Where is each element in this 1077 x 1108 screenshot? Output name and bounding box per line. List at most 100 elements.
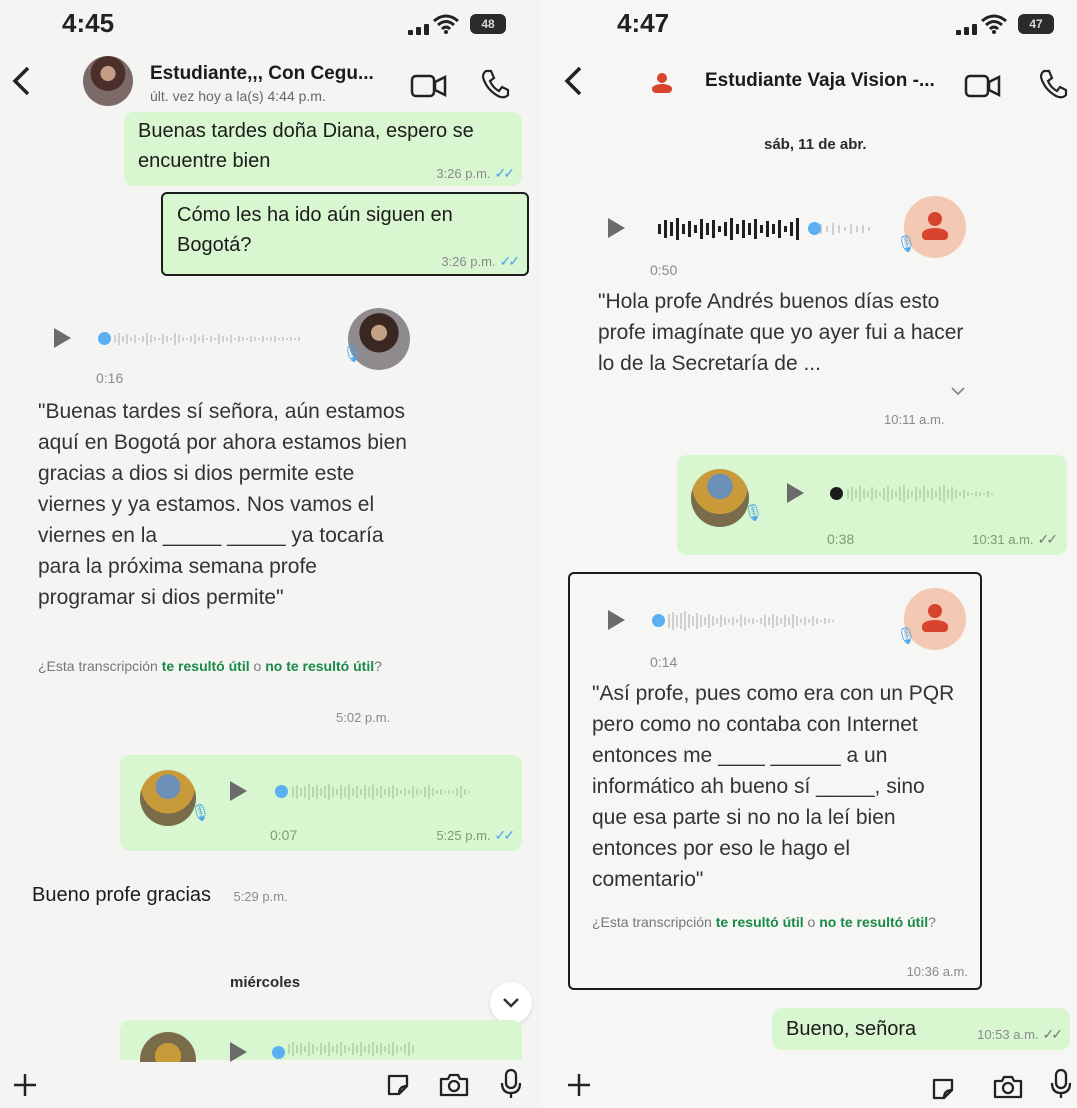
- delivered-ticks-icon: ✓✓: [1037, 531, 1059, 547]
- transcript-feedback: ¿Esta transcripción te resultó útil o no…: [38, 658, 382, 674]
- expand-transcript-chevron-icon[interactable]: [950, 386, 966, 396]
- sticker-button[interactable]: [930, 1076, 956, 1102]
- contact-avatar-placeholder-icon[interactable]: [644, 70, 680, 106]
- compose-bar: [540, 1062, 1077, 1108]
- play-button[interactable]: [608, 218, 625, 238]
- waveform[interactable]: [666, 606, 886, 636]
- day-separator: miércoles: [230, 974, 301, 991]
- chevron-down-icon: [503, 998, 519, 1008]
- voice-transcript: "Buenas tardes sí señora, aún estamos aq…: [38, 400, 407, 609]
- delivered-ticks-icon: ✓✓: [1042, 1026, 1064, 1042]
- voice-message-outgoing[interactable]: 🎙 0:07 5:25 p.m. ✓✓: [120, 755, 522, 851]
- status-time: 4:45: [62, 8, 115, 38]
- microphone-icon: 🎙: [743, 505, 764, 522]
- playback-scrubber[interactable]: [808, 222, 821, 235]
- voice-call-button[interactable]: [1038, 68, 1068, 100]
- chat-screen-right: 4:47 47 Estudiante Vaja Vision -... sáb,…: [540, 0, 1077, 1108]
- contact-name[interactable]: Estudiante,,, Con Cegu...: [150, 63, 374, 85]
- voice-message-incoming: 🎙 0:50 "Hola profe Andrés buenos días es…: [590, 190, 990, 440]
- compose-bar: [0, 1062, 540, 1108]
- microphone-icon: 🎙: [190, 805, 211, 822]
- read-ticks-icon: ✓✓: [494, 165, 516, 181]
- feedback-useful-link[interactable]: te resultó útil: [716, 914, 804, 930]
- back-button[interactable]: [10, 64, 32, 104]
- message-text: Bueno, señora: [786, 1018, 917, 1040]
- message-time: 3:26 p.m. ✓✓: [436, 165, 516, 181]
- message-time: 5:29 p.m.: [233, 889, 288, 904]
- contact-avatar[interactable]: [83, 56, 133, 106]
- play-button[interactable]: [608, 610, 625, 630]
- signal-icon: [408, 24, 429, 35]
- battery-icon: 47: [1018, 14, 1054, 34]
- voice-duration: 0:07: [270, 827, 298, 843]
- contact-name[interactable]: Estudiante Vaja Vision -...: [705, 70, 935, 92]
- microphone-button[interactable]: [500, 1068, 522, 1100]
- message-time: 10:36 a.m.: [906, 964, 968, 979]
- sender-avatar: [140, 770, 196, 826]
- back-button[interactable]: [562, 64, 584, 104]
- playback-scrubber[interactable]: [652, 614, 665, 627]
- message-time: 5:25 p.m. ✓✓: [436, 827, 516, 843]
- message-outgoing-highlighted[interactable]: Cómo les ha ido aún siguen en Bogotá? 3:…: [161, 192, 529, 276]
- play-button[interactable]: [230, 1042, 247, 1062]
- wifi-icon: [981, 14, 1007, 34]
- feedback-not-useful-link[interactable]: no te resultó útil: [265, 658, 374, 674]
- status-time: 4:47: [617, 8, 670, 38]
- sticker-button[interactable]: [385, 1072, 411, 1098]
- voice-message-outgoing-partial[interactable]: [120, 1020, 522, 1072]
- waveform[interactable]: [845, 479, 1055, 509]
- feedback-useful-link[interactable]: te resultó útil: [162, 658, 250, 674]
- camera-button[interactable]: [438, 1072, 470, 1098]
- last-seen: últ. vez hoy a la(s) 4:44 p.m.: [150, 88, 326, 104]
- playback-scrubber[interactable]: [98, 332, 111, 345]
- read-ticks-icon: ✓✓: [499, 253, 521, 269]
- voice-message-incoming: 🎙 0:16 "Buenas tardes sí señora, aún est…: [30, 300, 440, 740]
- sender-avatar: [691, 469, 749, 527]
- message-text: Bueno profe gracias: [32, 884, 212, 906]
- message-time: 3:26 p.m. ✓✓: [441, 253, 521, 269]
- feedback-not-useful-link[interactable]: no te resultó útil: [819, 914, 928, 930]
- voice-duration: 0:50: [650, 262, 678, 278]
- message-incoming[interactable]: Bueno profe gracias 5:29 p.m.: [32, 880, 362, 920]
- playback-scrubber[interactable]: [830, 487, 843, 500]
- screenshot-collage: 4:45 48 Estudiante,,, Con Cegu... últ. v…: [0, 0, 1077, 1108]
- plus-button[interactable]: [12, 1072, 38, 1098]
- play-button[interactable]: [54, 328, 71, 348]
- waveform[interactable]: [290, 777, 500, 807]
- microphone-icon: 🎙: [342, 346, 363, 363]
- play-button[interactable]: [787, 483, 804, 503]
- playback-scrubber[interactable]: [272, 1046, 285, 1059]
- voice-transcript-collapsed: "Hola profe Andrés buenos días esto prof…: [598, 290, 964, 375]
- date-separator: sáb, 11 de abr.: [764, 136, 867, 153]
- voice-call-button[interactable]: [480, 68, 510, 100]
- scroll-to-bottom-button[interactable]: [490, 982, 532, 1024]
- microphone-button[interactable]: [1050, 1068, 1072, 1100]
- read-ticks-icon: ✓✓: [494, 827, 516, 843]
- chevron-left-icon: [12, 66, 30, 96]
- message-outgoing[interactable]: Bueno, señora 10:53 a.m. ✓✓: [772, 1008, 1070, 1050]
- chat-screen-left: 4:45 48 Estudiante,,, Con Cegu... últ. v…: [0, 0, 540, 1108]
- microphone-icon: 🎙: [896, 236, 917, 253]
- message-time: 10:53 a.m. ✓✓: [977, 1026, 1064, 1042]
- play-button[interactable]: [230, 781, 247, 801]
- message-time: 5:02 p.m.: [336, 710, 391, 725]
- waveform[interactable]: [112, 324, 332, 354]
- chevron-left-icon: [564, 66, 582, 96]
- voice-duration: 0:14: [650, 654, 678, 670]
- video-call-button[interactable]: [964, 72, 1002, 100]
- message-text: Cómo les ha ido aún siguen en Bogotá?: [177, 204, 453, 256]
- message-time: 10:31 a.m. ✓✓: [972, 531, 1059, 547]
- message-outgoing[interactable]: Buenas tardes doña Diana, espero se encu…: [124, 112, 522, 186]
- voice-duration: 0:16: [96, 370, 124, 386]
- camera-button[interactable]: [992, 1074, 1024, 1100]
- voice-message-incoming-highlighted: 🎙 0:14 "Así profe, pues como era con un …: [568, 572, 982, 990]
- video-call-button[interactable]: [410, 72, 448, 100]
- waveform[interactable]: [656, 212, 886, 242]
- wifi-icon: [433, 14, 459, 34]
- voice-duration: 0:38: [827, 531, 855, 547]
- battery-icon: 48: [470, 14, 506, 34]
- playback-scrubber[interactable]: [275, 785, 288, 798]
- plus-button[interactable]: [566, 1072, 592, 1098]
- voice-message-outgoing[interactable]: 🎙 0:38 10:31 a.m. ✓✓: [677, 455, 1067, 555]
- transcript-feedback: ¿Esta transcripción te resultó útil o no…: [592, 914, 936, 930]
